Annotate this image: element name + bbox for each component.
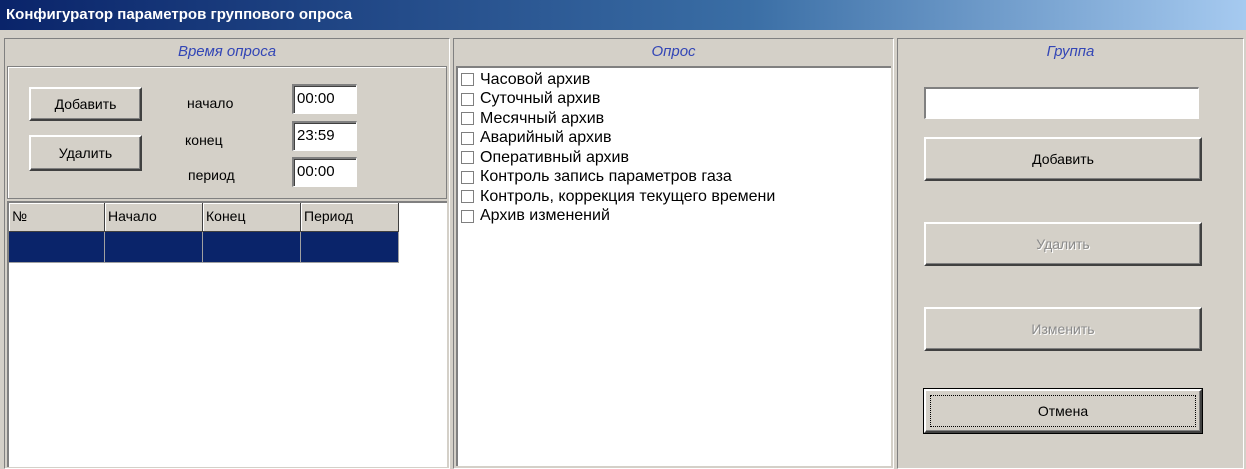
add-group-button[interactable]: Добавить bbox=[924, 137, 1202, 181]
end-time-field[interactable]: 23:59 bbox=[292, 121, 357, 151]
poll-panel: Опрос Часовой архив Суточный архив Месяч… bbox=[453, 38, 894, 469]
checkbox[interactable] bbox=[461, 131, 474, 145]
column-header-end[interactable]: Конец bbox=[203, 203, 301, 232]
start-time-field[interactable]: 00:00 bbox=[292, 84, 357, 114]
poll-item-time-correction[interactable]: Контроль, коррекция текущего времени bbox=[458, 187, 891, 207]
poll-item-label: Суточный архив bbox=[480, 90, 601, 108]
checkbox[interactable] bbox=[461, 209, 474, 223]
poll-item-label: Архив изменений bbox=[480, 207, 610, 225]
poll-item-operative[interactable]: Оперативный архив bbox=[458, 148, 891, 168]
table-header: № Начало Конец Период bbox=[9, 203, 399, 232]
period-label: период bbox=[188, 167, 235, 183]
poll-item-label: Часовой архив bbox=[480, 70, 591, 88]
checkbox[interactable] bbox=[461, 190, 474, 204]
table-cell[interactable] bbox=[301, 232, 399, 263]
checkbox[interactable] bbox=[461, 112, 474, 126]
group-panel: Группа Добавить Удалить Изменить Отмена bbox=[897, 38, 1244, 469]
poll-item-label: Месячный архив bbox=[480, 109, 605, 127]
start-label: начало bbox=[187, 95, 234, 111]
poll-time-header: Время опроса bbox=[177, 43, 277, 60]
poll-item-label: Контроль, коррекция текущего времени bbox=[480, 187, 776, 205]
table-cell[interactable] bbox=[105, 232, 203, 263]
checkbox[interactable] bbox=[461, 92, 474, 106]
group-header: Группа bbox=[1046, 43, 1095, 60]
focus-rect bbox=[930, 395, 1196, 427]
table-cell[interactable] bbox=[203, 232, 301, 263]
poll-checklist: Часовой архив Суточный архив Месячный ар… bbox=[456, 66, 891, 466]
poll-item-daily[interactable]: Суточный архив bbox=[458, 90, 891, 110]
poll-header: Опрос bbox=[651, 43, 696, 60]
column-header-start[interactable]: Начало bbox=[105, 203, 203, 232]
column-header-number[interactable]: № bbox=[9, 203, 105, 232]
column-header-period[interactable]: Период bbox=[301, 203, 399, 232]
window-title-bar: Конфигуратор параметров группового опрос… bbox=[0, 0, 1246, 30]
period-time-field[interactable]: 00:00 bbox=[292, 157, 357, 187]
poll-item-alarm[interactable]: Аварийный архив bbox=[458, 129, 891, 149]
poll-time-panel: Время опроса Добавить Удалить начало кон… bbox=[4, 38, 450, 469]
time-settings-group: Добавить Удалить начало конец период 00:… bbox=[7, 66, 447, 199]
poll-item-label: Оперативный архив bbox=[480, 148, 629, 166]
delete-group-button[interactable]: Удалить bbox=[924, 222, 1202, 266]
checkbox[interactable] bbox=[461, 73, 474, 87]
time-schedule-table[interactable]: № Начало Конец Период bbox=[7, 201, 447, 467]
poll-item-label: Контроль запись параметров газа bbox=[480, 168, 732, 186]
cancel-button[interactable]: Отмена bbox=[923, 388, 1203, 434]
table-cell[interactable] bbox=[9, 232, 105, 263]
end-label: конец bbox=[185, 132, 223, 148]
poll-item-label: Аварийный архив bbox=[480, 129, 612, 147]
window-title: Конфигуратор параметров группового опрос… bbox=[6, 6, 353, 23]
delete-time-button[interactable]: Удалить bbox=[29, 135, 142, 171]
checkbox[interactable] bbox=[461, 170, 474, 184]
group-name-input[interactable] bbox=[924, 87, 1199, 119]
checkbox[interactable] bbox=[461, 151, 474, 165]
poll-item-monthly[interactable]: Месячный архив bbox=[458, 109, 891, 129]
poll-item-gas-params[interactable]: Контроль запись параметров газа bbox=[458, 168, 891, 188]
poll-item-changes[interactable]: Архив изменений bbox=[458, 207, 891, 227]
poll-item-hourly[interactable]: Часовой архив bbox=[458, 70, 891, 90]
add-time-button[interactable]: Добавить bbox=[29, 87, 142, 121]
edit-group-button[interactable]: Изменить bbox=[924, 307, 1202, 351]
table-row[interactable] bbox=[9, 232, 399, 263]
